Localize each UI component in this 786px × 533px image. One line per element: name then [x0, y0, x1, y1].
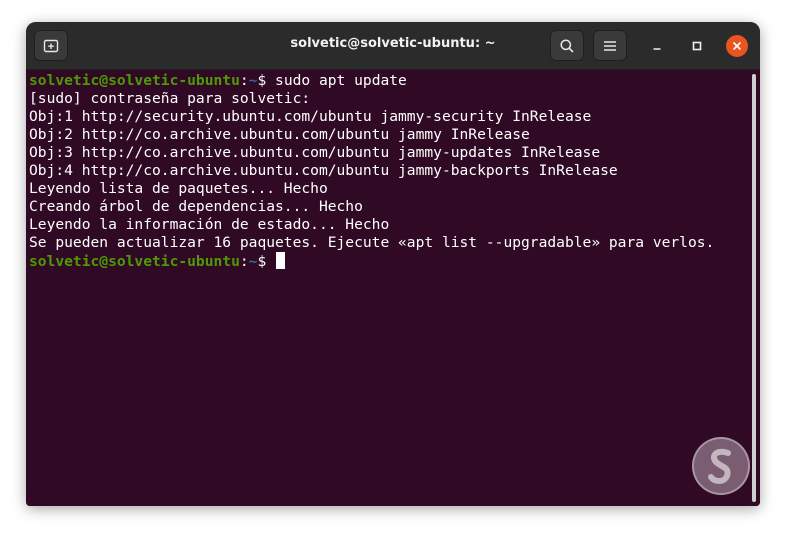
- minimize-button[interactable]: [646, 35, 668, 57]
- search-button[interactable]: [550, 30, 584, 61]
- command-text: sudo apt update: [275, 72, 407, 89]
- output-line: Leyendo lista de paquetes... Hecho: [29, 180, 328, 197]
- text-cursor: [276, 252, 286, 269]
- new-tab-icon: [43, 39, 59, 53]
- command-line: solvetic@solvetic-ubuntu:~$ sudo apt upd…: [29, 72, 760, 90]
- maximize-icon: [692, 41, 702, 51]
- maximize-button[interactable]: [686, 35, 708, 57]
- terminal-window: solvetic@solvetic-ubuntu: ~ solvetic@sol…: [26, 22, 760, 506]
- prompt-separator: :: [239, 72, 249, 89]
- prompt-user: solvetic@solvetic-ubuntu: [29, 253, 240, 270]
- output-line: Leyendo la información de estado... Hech…: [29, 216, 390, 233]
- title-bar[interactable]: solvetic@solvetic-ubuntu: ~: [26, 22, 760, 70]
- active-prompt-line: solvetic@solvetic-ubuntu:~$: [29, 252, 760, 270]
- new-tab-button[interactable]: [34, 30, 68, 61]
- scrollbar[interactable]: [752, 74, 756, 502]
- close-icon: [732, 41, 742, 51]
- solvetic-logo-icon: [708, 448, 731, 484]
- terminal-output[interactable]: solvetic@solvetic-ubuntu:~$ sudo apt upd…: [26, 70, 760, 506]
- output-line: Obj:2 http://co.archive.ubuntu.com/ubunt…: [29, 126, 530, 143]
- output-line: Obj:4 http://co.archive.ubuntu.com/ubunt…: [29, 162, 618, 179]
- search-icon: [560, 39, 574, 53]
- prompt-separator: :: [239, 253, 249, 270]
- menu-button[interactable]: [593, 30, 627, 61]
- minimize-icon: [653, 48, 661, 50]
- output-line: Se pueden actualizar 16 paquetes. Ejecut…: [29, 234, 715, 251]
- output-line: [sudo] contraseña para solvetic:: [29, 90, 311, 107]
- prompt-symbol: $: [257, 253, 276, 270]
- output-line: Obj:1 http://security.ubuntu.com/ubuntu …: [29, 108, 592, 125]
- output-line: Creando árbol de dependencias... Hecho: [29, 198, 363, 215]
- solvetic-logo: [692, 437, 750, 495]
- prompt-user: solvetic@solvetic-ubuntu: [29, 72, 240, 89]
- hamburger-menu-icon: [604, 41, 616, 51]
- output-line: Obj:3 http://co.archive.ubuntu.com/ubunt…: [29, 144, 601, 161]
- close-button[interactable]: [726, 35, 748, 57]
- prompt-symbol: $: [257, 72, 276, 89]
